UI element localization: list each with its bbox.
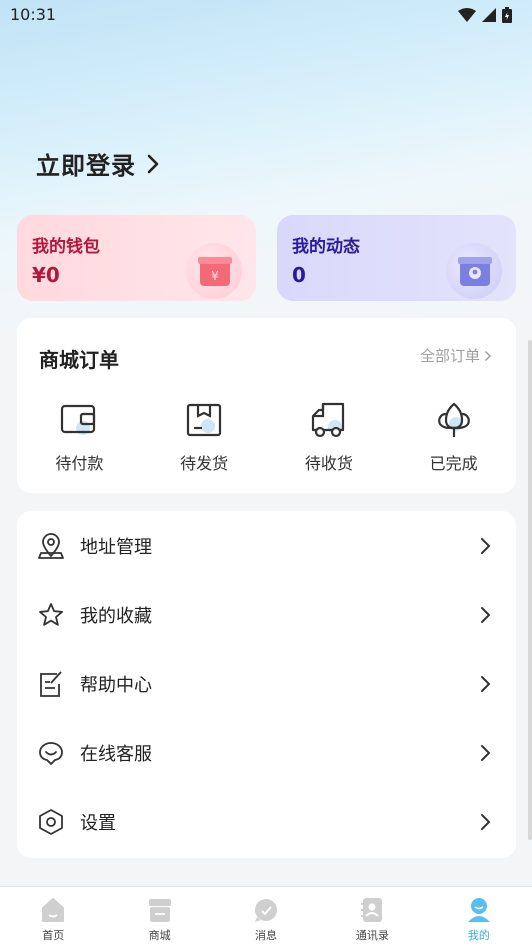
star-icon bbox=[39, 602, 63, 626]
tab-messages[interactable]: 消息 bbox=[213, 887, 319, 946]
chevron-right-icon bbox=[147, 154, 159, 173]
menu-label: 帮助中心 bbox=[80, 674, 152, 696]
tab-label: 我的 bbox=[467, 929, 490, 942]
status-icons bbox=[458, 7, 512, 23]
profile-icon bbox=[467, 898, 490, 922]
tab-contacts[interactable]: 通讯录 bbox=[319, 887, 425, 946]
wallet-card[interactable]: 我的钱包 ¥0 ¥ bbox=[17, 215, 256, 301]
svg-text:¥: ¥ bbox=[211, 269, 219, 283]
bottom-tab-bar: 首页 商城 消息 通讯录 我的 bbox=[0, 886, 532, 946]
moments-title: 我的动态 bbox=[292, 237, 360, 257]
menu-label: 设置 bbox=[80, 812, 116, 834]
all-orders-link[interactable]: 全部订单 bbox=[420, 345, 492, 366]
tab-label: 通讯录 bbox=[355, 929, 389, 942]
scrollbar[interactable] bbox=[528, 340, 532, 840]
status-bar: 10:31 bbox=[0, 0, 532, 30]
flower-icon bbox=[437, 402, 470, 437]
order-pending-shipment[interactable]: 待发货 bbox=[142, 400, 267, 474]
chevron-right-icon bbox=[481, 744, 491, 761]
battery-icon bbox=[502, 7, 512, 23]
signal-icon bbox=[482, 8, 496, 22]
contacts-icon bbox=[361, 898, 383, 922]
wallet-icon bbox=[61, 404, 96, 435]
menu-item-address[interactable]: 地址管理 bbox=[17, 511, 516, 580]
login-link[interactable]: 立即登录 bbox=[36, 146, 160, 181]
menu-label: 我的收藏 bbox=[80, 605, 152, 627]
menu-item-favorites[interactable]: 我的收藏 bbox=[17, 580, 516, 649]
chat-bubble-icon bbox=[39, 741, 63, 765]
order-label: 已完成 bbox=[429, 454, 478, 473]
shop-icon bbox=[148, 899, 171, 922]
orders-title: 商城订单 bbox=[39, 348, 119, 372]
chevron-right-icon bbox=[481, 813, 491, 830]
order-pending-receipt[interactable]: 待收货 bbox=[267, 400, 392, 474]
order-label: 待发货 bbox=[180, 454, 229, 473]
moments-icon bbox=[446, 243, 502, 299]
tab-profile[interactable]: 我的 bbox=[426, 887, 532, 946]
home-icon bbox=[42, 898, 65, 922]
menu-item-settings[interactable]: 设置 bbox=[17, 787, 516, 856]
note-edit-icon bbox=[40, 670, 62, 697]
location-icon bbox=[38, 532, 64, 559]
message-icon bbox=[255, 899, 278, 922]
all-orders-label: 全部订单 bbox=[419, 347, 480, 365]
wallet-title: 我的钱包 bbox=[32, 237, 100, 257]
settings-icon bbox=[39, 808, 63, 835]
tab-label: 首页 bbox=[42, 929, 65, 942]
menu-label: 在线客服 bbox=[80, 743, 152, 765]
chevron-right-icon bbox=[484, 350, 492, 361]
wallet-balance: ¥0 bbox=[32, 263, 60, 287]
status-time: 10:31 bbox=[10, 5, 57, 24]
order-label: 待付款 bbox=[55, 454, 104, 473]
moments-card[interactable]: 我的动态 0 bbox=[277, 215, 516, 301]
order-completed[interactable]: 已完成 bbox=[391, 400, 516, 474]
tab-label: 商城 bbox=[148, 929, 171, 942]
wallet-icon: ¥ bbox=[186, 243, 242, 299]
menu-item-help[interactable]: 帮助中心 bbox=[17, 649, 516, 718]
wifi-icon bbox=[458, 8, 476, 22]
menu-item-customer-service[interactable]: 在线客服 bbox=[17, 718, 516, 787]
menu-label: 地址管理 bbox=[80, 536, 152, 558]
moments-count: 0 bbox=[292, 263, 306, 287]
truck-icon bbox=[311, 402, 344, 438]
login-label: 立即登录 bbox=[36, 152, 136, 180]
package-icon bbox=[187, 403, 222, 437]
tab-label: 消息 bbox=[255, 929, 278, 942]
orders-panel: 商城订单 全部订单 待付款 待发货 待收货 已完成 bbox=[17, 318, 516, 493]
menu-panel: 地址管理 我的收藏 帮助中心 在线客服 设置 bbox=[17, 511, 516, 858]
tab-home[interactable]: 首页 bbox=[0, 887, 106, 946]
order-label: 待收货 bbox=[304, 454, 353, 473]
chevron-right-icon bbox=[481, 606, 491, 623]
order-pending-payment[interactable]: 待付款 bbox=[17, 400, 142, 474]
chevron-right-icon bbox=[481, 675, 491, 692]
tab-shop[interactable]: 商城 bbox=[106, 887, 212, 946]
chevron-right-icon bbox=[481, 537, 491, 554]
